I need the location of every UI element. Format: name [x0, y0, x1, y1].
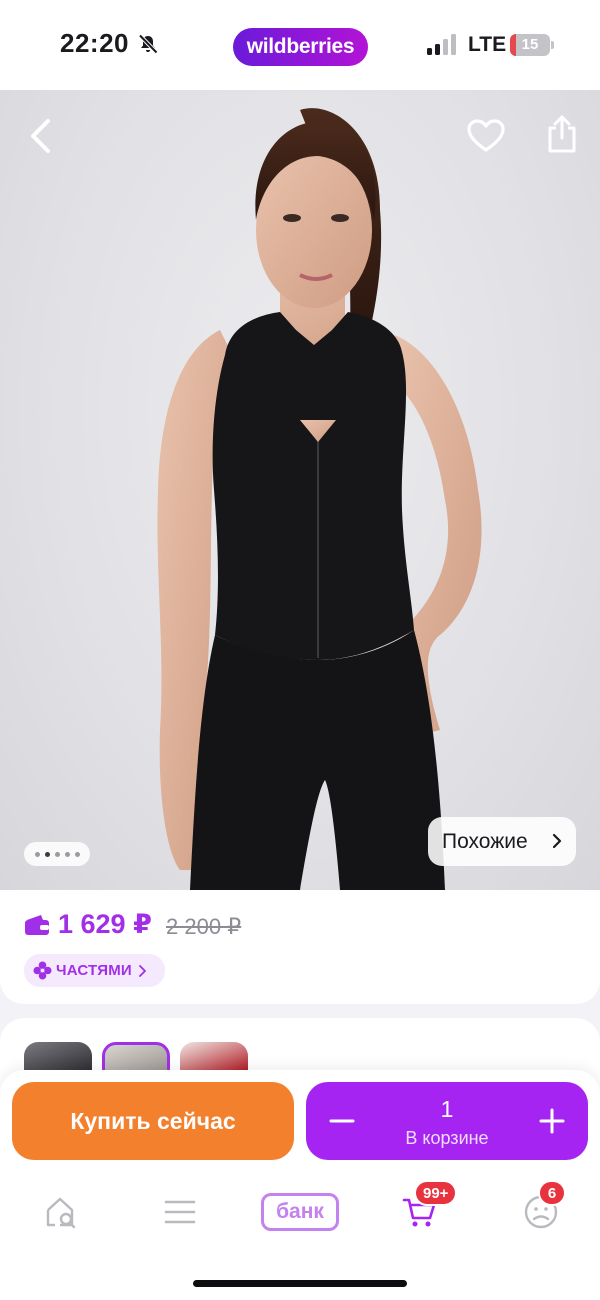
buy-now-button[interactable]: Купить сейчас: [12, 1082, 294, 1160]
bank-logo: банк: [261, 1193, 339, 1231]
bell-muted-icon: [137, 33, 159, 55]
plus-icon[interactable]: [538, 1107, 566, 1135]
home-search-icon: [46, 1197, 76, 1229]
network-type: LTE: [468, 33, 507, 56]
signal-icon: [427, 34, 459, 56]
old-price: 2 200 ₽: [166, 914, 242, 939]
price-card: 1 629 ₽ 2 200 ₽ ЧАСТЯМИ: [0, 890, 600, 1004]
share-button[interactable]: [538, 110, 586, 158]
battery-level: 15: [521, 36, 539, 53]
cart-badge: 99+: [414, 1180, 458, 1206]
status-time: 22:20: [60, 28, 129, 58]
heart-icon: [467, 119, 505, 152]
tab-home[interactable]: [36, 1182, 86, 1242]
brand-name: wildberries: [246, 35, 355, 58]
profile-badge: 6: [538, 1180, 566, 1206]
current-price: 1 629 ₽: [58, 909, 152, 939]
gallery-dot[interactable]: [44, 851, 50, 857]
tab-cart[interactable]: 99+: [392, 1180, 458, 1242]
installments-button[interactable]: ЧАСТЯМИ: [24, 954, 165, 987]
gallery-dot[interactable]: [74, 851, 80, 857]
cart-stepper: 1 В корзине: [306, 1082, 588, 1160]
buy-now-label: Купить сейчас: [70, 1107, 236, 1134]
tab-bar: банк 99+ 6: [0, 1180, 600, 1242]
back-button[interactable]: [16, 112, 64, 160]
installments-label: ЧАСТЯМИ: [56, 962, 132, 979]
similar-label: Похожие: [442, 829, 528, 853]
gallery-dot[interactable]: [34, 851, 40, 857]
home-indicator[interactable]: [193, 1280, 407, 1287]
brand-logo: wildberries: [233, 28, 368, 66]
flower-icon: [33, 961, 52, 980]
chevron-right-icon: [552, 833, 562, 849]
share-icon: [548, 115, 576, 153]
product-photo: [157, 108, 482, 890]
wallet-icon: [25, 915, 49, 935]
chevron-left-icon: [31, 119, 50, 153]
bank-label: банк: [276, 1200, 324, 1223]
menu-icon: [164, 1200, 196, 1224]
status-bar: 22:20 wildberries LTE 15: [0, 0, 600, 90]
gallery-dot[interactable]: [54, 851, 60, 857]
battery-icon: 15: [510, 34, 554, 56]
tab-bank[interactable]: банк: [260, 1182, 340, 1242]
tab-catalog[interactable]: [155, 1182, 205, 1242]
favorite-button[interactable]: [462, 112, 510, 160]
gallery-pagination[interactable]: [24, 842, 90, 866]
chevron-right-icon: [138, 964, 146, 977]
tab-profile[interactable]: 6: [514, 1180, 568, 1242]
similar-button[interactable]: Похожие: [428, 817, 576, 866]
product-image[interactable]: Похожие: [0, 90, 600, 890]
gallery-dot[interactable]: [64, 851, 70, 857]
bottom-panel: Купить сейчас 1 В корзине банк 99+ 6: [0, 1070, 600, 1300]
